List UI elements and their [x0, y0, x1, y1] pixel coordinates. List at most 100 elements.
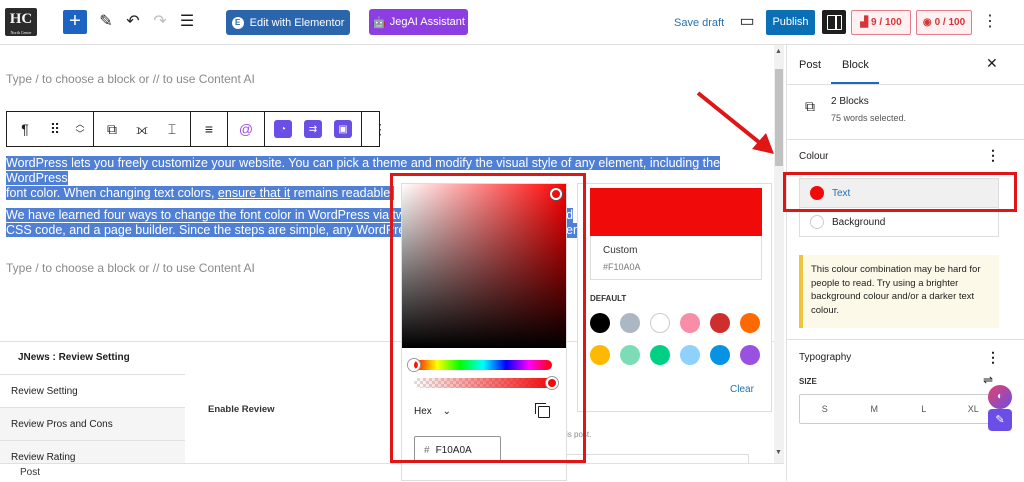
palette-swatch[interactable]	[740, 345, 760, 365]
size-m[interactable]: M	[850, 395, 900, 423]
palette-swatch[interactable]	[650, 313, 670, 333]
elementor-icon: E	[231, 16, 244, 29]
site-logo[interactable]: HC North Center	[5, 8, 37, 36]
block-toolbar-group-4: @	[228, 112, 265, 146]
custom-size-icon[interactable]: ⇌	[983, 373, 993, 387]
clear-color-button[interactable]: Clear	[730, 384, 754, 395]
editor-scrollbar[interactable]: ▲ ▼	[774, 45, 784, 463]
readability-score-badge[interactable]: ◉ 0 / 100	[916, 10, 972, 35]
jegai-label: JegAI Assistant	[389, 16, 465, 28]
meta-tab-review-setting[interactable]: Review Setting	[0, 374, 185, 407]
redo-icon[interactable]: ↷	[148, 10, 172, 34]
settings-panel-toggle-icon[interactable]	[822, 10, 846, 34]
block-placeholder-bottom[interactable]: Type / to choose a block or // to use Co…	[6, 261, 255, 275]
colour-options-icon[interactable]: ⋮	[986, 148, 1000, 162]
colour-panel: Colour ⋮ Text Background This colour com…	[787, 139, 1024, 339]
default-palette-label: DEFAULT	[590, 294, 627, 303]
paragraph-icon[interactable]: ¶	[11, 115, 39, 143]
paragraph-1-line-2a: font color. When changing text colors,	[6, 186, 218, 200]
background-color-label: Background	[832, 216, 886, 228]
ai-write-icon[interactable]: ✎	[988, 409, 1012, 431]
block-toolbar-group-1: ¶ ⠿ ︿ ﹀	[7, 112, 94, 146]
block-card: ⧉ 2 Blocks 75 words selected.	[787, 84, 1024, 139]
add-block-button[interactable]: +	[63, 10, 87, 34]
tab-post[interactable]: Post	[799, 59, 821, 71]
typography-options-icon[interactable]: ⋮	[986, 350, 1000, 364]
enable-review-label: Enable Review	[208, 404, 275, 415]
paragraph-1-line-2c: remains readable.	[290, 186, 394, 200]
custom-color-swatch[interactable]	[590, 188, 762, 236]
meta-box-title: JNews : Review Setting	[18, 352, 130, 363]
block-toolbar-group-3: ≡	[191, 112, 228, 146]
palette-swatch[interactable]	[620, 345, 640, 365]
mention-icon[interactable]: @	[232, 115, 260, 143]
palette-swatch[interactable]	[650, 345, 670, 365]
palette-swatch[interactable]	[590, 313, 610, 333]
logo-text: HC	[9, 11, 33, 27]
custom-color-label: Custom	[603, 245, 638, 256]
pencil-icon[interactable]: ✎	[94, 10, 118, 34]
scroll-down-icon[interactable]: ▼	[775, 449, 782, 456]
logo-subtext: North Center	[10, 30, 32, 35]
colour-title: Colour	[799, 151, 829, 162]
palette-swatch[interactable]	[710, 313, 730, 333]
palette-swatch[interactable]	[710, 345, 730, 365]
meta-tab-pros-cons[interactable]: Review Pros and Cons	[0, 407, 185, 440]
move-up-down-icon[interactable]: ︿ ﹀	[71, 115, 89, 143]
block-toolbar-group-5: ◔ ⇉ ▣	[265, 112, 362, 146]
breadcrumb-post[interactable]: Post	[20, 467, 40, 478]
contrast-warning: This colour combination may be hard for …	[799, 255, 999, 328]
group-icon[interactable]: ⧉	[98, 115, 126, 143]
size-label: SIZE	[799, 377, 817, 386]
color-palette-panel: Custom #F10A0A DEFAULT Clear	[577, 183, 772, 412]
elementor-label: Edit with Elementor	[249, 16, 345, 29]
breadcrumb-footer: Post	[0, 463, 784, 481]
scroll-up-icon[interactable]: ▲	[775, 48, 782, 55]
settings-sidebar: Post Block ✕ ⧉ 2 Blocks 75 words selecte…	[786, 45, 1024, 481]
preview-icon[interactable]: ▭	[735, 10, 759, 34]
drag-handle-icon[interactable]: ⠿	[41, 115, 69, 143]
palette-swatch[interactable]	[680, 313, 700, 333]
publish-button[interactable]: Publish	[766, 10, 815, 35]
readability-score-text: 0 / 100	[934, 17, 966, 28]
chart-icon: ▟	[860, 17, 869, 28]
paragraph-1-link[interactable]: ensure that it	[217, 186, 291, 200]
palette-swatch[interactable]	[680, 345, 700, 365]
columns-icon[interactable]: ⟗	[128, 115, 156, 143]
close-icon[interactable]: ✕	[986, 55, 998, 72]
stack-icon[interactable]: ⌶	[158, 115, 186, 143]
paragraph-1-line-1: WordPress lets you freely customize your…	[6, 156, 721, 185]
scrollbar-thumb[interactable]	[775, 69, 783, 166]
editor-top-bar: HC North Center + ✎ ↶ ↷ ☰ E Edit with Elem…	[0, 0, 1024, 45]
readability-icon: ◉	[922, 17, 932, 28]
ai-terminal-icon[interactable]: ▣	[329, 115, 357, 143]
size-l[interactable]: L	[899, 395, 949, 423]
ai-speed-icon[interactable]: ◔	[269, 115, 297, 143]
seo-score-text: 9 / 100	[871, 17, 902, 28]
options-kebab-icon[interactable]: ⋮	[978, 10, 1002, 34]
annotation-highlight-picker	[390, 173, 586, 463]
font-size-picker: S M L XL	[799, 394, 999, 424]
blocks-icon: ⧉	[805, 98, 815, 114]
palette-swatch[interactable]	[740, 313, 760, 333]
block-toolbar-group-6: ⋮	[362, 112, 398, 146]
align-left-icon[interactable]: ≡	[195, 115, 223, 143]
block-placeholder-top[interactable]: Type / to choose a block or // to use Co…	[6, 72, 255, 86]
size-s[interactable]: S	[800, 395, 850, 423]
edit-with-elementor-button[interactable]: E Edit with Elementor	[226, 10, 350, 35]
save-draft-button[interactable]: Save draft	[674, 17, 724, 29]
paragraph-2-line-1: We have learned four ways to change the …	[6, 208, 424, 222]
typography-title: Typography	[799, 352, 852, 363]
palette-swatch[interactable]	[620, 313, 640, 333]
paragraph-2-line-2: CSS code, and a page builder. Since the …	[6, 223, 418, 237]
document-overview-icon[interactable]: ☰	[175, 10, 199, 34]
background-color-indicator	[810, 215, 824, 229]
ai-transform-icon[interactable]: ⇉	[299, 115, 327, 143]
jegai-assistant-button[interactable]: 🤖 JegAI Assistant	[369, 9, 468, 35]
more-options-icon[interactable]: ⋮	[366, 115, 394, 143]
tab-block[interactable]: Block	[842, 59, 869, 71]
undo-icon[interactable]: ↶	[121, 10, 145, 34]
palette-swatch[interactable]	[590, 345, 610, 365]
assistant-bubble-icon[interactable]: ◐	[988, 385, 1012, 409]
seo-score-badge[interactable]: ▟ 9 / 100	[851, 10, 911, 35]
